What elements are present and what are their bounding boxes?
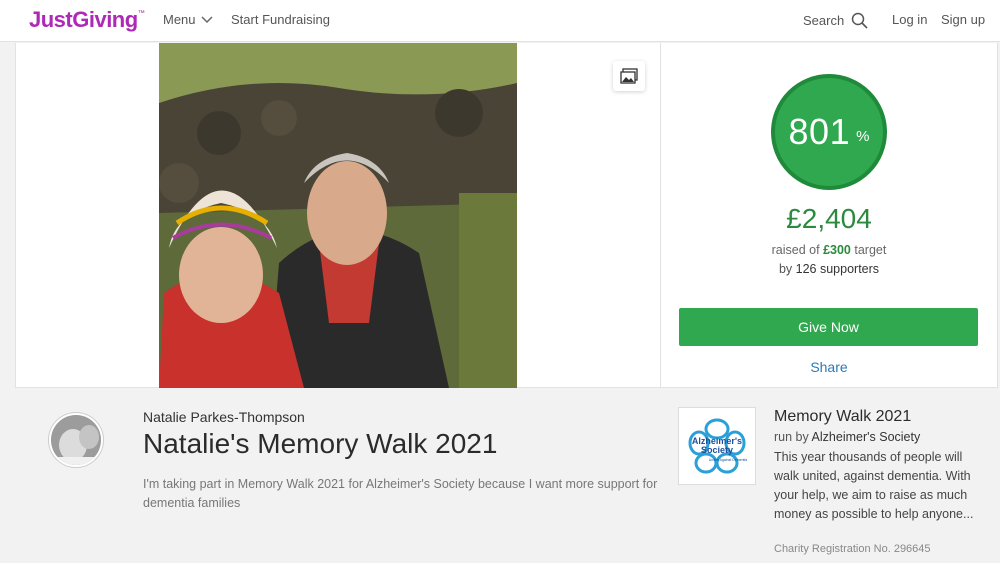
avatar[interactable] [49, 413, 103, 467]
image-gallery-icon [620, 68, 638, 84]
event-name-link[interactable]: Memory Walk 2021 [774, 408, 911, 426]
target-amount: £300 [823, 243, 851, 257]
donation-panel: 801 % £2,404 raised of £300 target by 12… [660, 43, 998, 388]
signup-link[interactable]: Sign up [941, 12, 985, 27]
search-icon [851, 12, 868, 29]
charity-registration: Charity Registration No. 296645 [774, 543, 931, 555]
run-by-text: run by Alzheimer's Society [774, 430, 921, 444]
charity-description: This year thousands of people will walk … [774, 450, 974, 521]
progress-percent-circle: 801 % [771, 74, 887, 190]
search-label: Search [803, 13, 845, 28]
photo-panel [15, 43, 660, 388]
charity-logo[interactable]: Alzheimer's Society United Against Demen… [678, 407, 756, 485]
percent-sign: % [856, 127, 870, 145]
supporters-count: by 126 supporters [778, 262, 880, 276]
top-nav-bar: JustGiving™ Menu Start Fundraising Searc… [0, 0, 1000, 42]
svg-text:Society: Society [701, 445, 733, 455]
alzheimers-society-logo: Alzheimer's Society United Against Demen… [688, 418, 748, 474]
percent-value: 801 [788, 111, 851, 152]
search-button[interactable]: Search [803, 12, 868, 29]
justgiving-logo[interactable]: JustGiving™ [29, 7, 145, 33]
raised-amount: £2,404 [786, 203, 872, 234]
start-fundraising-link[interactable]: Start Fundraising [231, 12, 330, 27]
give-now-button[interactable]: Give Now [679, 308, 978, 346]
chevron-down-icon [201, 15, 213, 23]
login-link[interactable]: Log in [892, 12, 927, 27]
fundraiser-description: I'm taking part in Memory Walk 2021 for … [143, 477, 658, 510]
svg-text:United Against Dementia: United Against Dementia [709, 458, 748, 462]
fundraiser-photo [159, 43, 517, 388]
menu-label: Menu [163, 12, 196, 27]
menu-button[interactable]: Menu [163, 12, 213, 27]
target-text: raised of £300 target [771, 243, 887, 257]
fundraiser-owner-name: Natalie Parkes-Thompson [143, 409, 305, 425]
charity-name-link[interactable]: Alzheimer's Society [812, 430, 921, 444]
page-title: Natalie's Memory Walk 2021 [143, 428, 498, 459]
share-link[interactable]: Share [661, 359, 997, 375]
photo-gallery-button[interactable] [613, 61, 645, 91]
